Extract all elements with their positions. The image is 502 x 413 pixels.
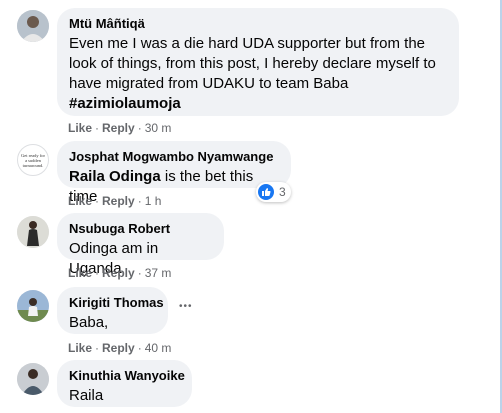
comment-bubble: Kirigiti Thomas Baba,: [57, 287, 168, 334]
comment-bubble: Mtü Mâñtiqä Even me I was a die hard UDA…: [57, 8, 459, 116]
like-button[interactable]: Like: [68, 194, 92, 208]
reaction-count: 3: [279, 185, 286, 199]
comment-actions: Like · Reply · 37 m: [68, 266, 172, 280]
avatar-caption: Get ready for a sudden turnaround.: [21, 153, 45, 168]
reply-button[interactable]: Reply: [102, 266, 135, 280]
avatar[interactable]: [17, 363, 49, 395]
comment-text: Baba,: [69, 314, 109, 331]
avatar[interactable]: [17, 10, 49, 42]
comment-text: Even me I was a die hard UDA supporter b…: [69, 34, 447, 114]
profile-photo-icon: [17, 290, 49, 322]
reply-button[interactable]: Reply: [102, 121, 135, 135]
thumbs-up-icon: [258, 184, 274, 200]
mention-link[interactable]: Raila Odinga: [69, 168, 161, 185]
reaction-badge[interactable]: 3: [256, 182, 291, 202]
comment-timestamp[interactable]: 30 m: [145, 121, 172, 135]
comment-text: Raila: [69, 387, 104, 404]
comment-actions: Like · Reply · 40 m: [68, 341, 172, 355]
reply-button[interactable]: Reply: [102, 341, 135, 355]
comment-timestamp[interactable]: 37 m: [145, 266, 172, 280]
comment-actions: Like · Reply · 30 m: [68, 121, 172, 135]
avatar[interactable]: [17, 216, 49, 248]
comment-author[interactable]: Kirigiti Thomas: [69, 295, 164, 311]
comment-line: have migrated from UDAKU to team Baba: [69, 75, 349, 92]
more-options-icon[interactable]: •••: [179, 301, 193, 312]
like-button[interactable]: Like: [68, 121, 92, 135]
profile-photo-icon: [17, 10, 49, 42]
comment-line: look of things, from this post, I hereby…: [69, 55, 436, 72]
comment-timestamp[interactable]: 1 h: [145, 194, 162, 208]
avatar[interactable]: Get ready for a sudden turnaround.: [17, 144, 49, 176]
hashtag-link[interactable]: #azimiolaumoja: [69, 94, 447, 114]
comment-author[interactable]: Nsubuga Robert: [69, 221, 212, 237]
comment-timestamp[interactable]: 40 m: [145, 341, 172, 355]
comment-author[interactable]: Mtü Mâñtiqä: [69, 16, 447, 32]
reply-button[interactable]: Reply: [102, 194, 135, 208]
like-button[interactable]: Like: [68, 266, 92, 280]
comment-bubble: Kinuthia Wanyoike Raila: [57, 360, 192, 407]
comment-line: Even me I was a die hard UDA supporter b…: [69, 35, 426, 52]
profile-photo-icon: [17, 216, 49, 248]
avatar[interactable]: [17, 290, 49, 322]
comment-author[interactable]: Josphat Mogwambo Nyamwange: [69, 149, 279, 165]
like-button[interactable]: Like: [68, 341, 92, 355]
profile-photo-icon: [17, 363, 49, 395]
comment-author[interactable]: Kinuthia Wanyoike: [69, 368, 185, 384]
comment-bubble: Nsubuga Robert Odinga am in Uganda: [57, 213, 224, 277]
comment-bubble: Josphat Mogwambo Nyamwange Raila Odinga …: [57, 141, 291, 205]
comment-actions: Like · Reply · 1 h: [68, 194, 162, 208]
